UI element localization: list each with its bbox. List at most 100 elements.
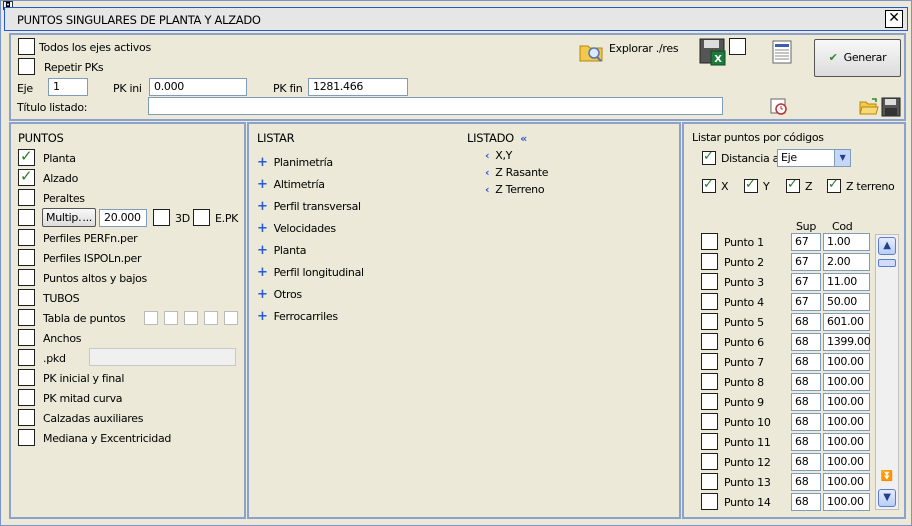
todos-ejes-checkbox[interactable] <box>18 38 35 55</box>
mediana-checkbox[interactable] <box>18 429 35 446</box>
sup-input[interactable]: 67 <box>791 253 821 271</box>
cod-input[interactable]: 100.00 <box>823 493 870 511</box>
tabla-option-checkbox[interactable] <box>164 311 178 325</box>
tabla-option-checkbox[interactable] <box>224 311 238 325</box>
pk-mitad-curva-checkbox[interactable] <box>18 389 35 406</box>
punto-checkbox[interactable] <box>701 413 718 430</box>
scroll-up-icon[interactable]: ▲ <box>878 237 896 255</box>
tabla-option-checkbox[interactable] <box>184 311 198 325</box>
sup-input[interactable]: 68 <box>791 333 821 351</box>
titulo-input[interactable] <box>148 97 723 115</box>
excel-checkbox[interactable] <box>729 38 746 55</box>
sup-input[interactable]: 67 <box>791 293 821 311</box>
listado-item-xy[interactable]: ‹ X,Y <box>485 149 512 162</box>
sup-input[interactable]: 68 <box>791 373 821 391</box>
cod-input[interactable]: 1.00 <box>823 233 870 251</box>
cod-input[interactable]: 100.00 <box>823 373 870 391</box>
listar-item-velocidades[interactable]: + Velocidades <box>257 221 336 236</box>
sup-input[interactable]: 67 <box>791 233 821 251</box>
scroll-thumb[interactable] <box>878 259 896 267</box>
punto-checkbox[interactable] <box>701 253 718 270</box>
pk-fin-input[interactable]: 1281.466 <box>308 78 408 96</box>
punto-checkbox[interactable] <box>701 333 718 350</box>
cod-input[interactable]: 601.00 <box>823 313 870 331</box>
tubos-checkbox[interactable] <box>18 289 35 306</box>
sup-input[interactable]: 68 <box>791 433 821 451</box>
punto-checkbox[interactable] <box>701 473 718 490</box>
cod-input[interactable]: 100.00 <box>823 473 870 491</box>
listar-item-planta[interactable]: + Planta <box>257 243 307 258</box>
cod-input[interactable]: 11.00 <box>823 273 870 291</box>
multip-input[interactable]: 20.000 <box>99 209 147 227</box>
listar-item-ferrocarriles[interactable]: + Ferrocarriles <box>257 309 338 324</box>
sup-input[interactable]: 68 <box>791 493 821 511</box>
listar-item-altimetria[interactable]: + Altimetría <box>257 177 325 192</box>
cod-input[interactable]: 100.00 <box>823 453 870 471</box>
cod-input[interactable]: 100.00 <box>823 413 870 431</box>
calzadas-auxiliares-checkbox[interactable] <box>18 409 35 426</box>
folder-search-icon[interactable] <box>579 40 605 67</box>
scroll-down-icon[interactable]: ▼ <box>878 489 896 507</box>
sup-input[interactable]: 68 <box>791 413 821 431</box>
distancia-select[interactable]: Eje ▼ <box>777 149 851 167</box>
planta-checkbox[interactable] <box>18 147 35 166</box>
pk-ini-input[interactable]: 0.000 <box>149 78 247 96</box>
axis-z-checkbox[interactable] <box>786 177 800 193</box>
axis-z-terreno-checkbox[interactable] <box>827 177 841 193</box>
save-excel-icon[interactable]: X <box>699 38 727 69</box>
double-chevron-down-icon[interactable]: ⏬ <box>878 469 896 487</box>
punto-checkbox[interactable] <box>701 433 718 450</box>
punto-checkbox[interactable] <box>701 373 718 390</box>
axis-y-checkbox[interactable] <box>744 177 758 193</box>
sup-input[interactable]: 67 <box>791 273 821 291</box>
eje-input[interactable]: 1 <box>48 78 88 96</box>
cod-input[interactable]: 100.00 <box>823 393 870 411</box>
pk-inicial-final-checkbox[interactable] <box>18 369 35 386</box>
sup-input[interactable]: 68 <box>791 473 821 491</box>
epk-checkbox[interactable] <box>193 209 210 226</box>
report-clock-icon[interactable] <box>769 97 789 120</box>
listado-item-z-rasante[interactable]: ‹ Z Rasante <box>485 166 549 179</box>
tabla-puntos-checkbox[interactable] <box>18 309 35 326</box>
distancia-checkbox[interactable] <box>702 149 716 165</box>
pkd-input[interactable] <box>89 348 236 366</box>
puntos-altos-checkbox[interactable] <box>18 269 35 286</box>
punto-checkbox[interactable] <box>701 393 718 410</box>
open-folder-icon[interactable] <box>859 97 879 120</box>
codes-scrollbar[interactable]: ▲ ⏬ ▼ <box>875 234 899 510</box>
punto-checkbox[interactable] <box>701 453 718 470</box>
repetir-pks-checkbox[interactable] <box>18 58 35 75</box>
tabla-option-checkbox[interactable] <box>144 311 158 325</box>
punto-checkbox[interactable] <box>701 293 718 310</box>
listar-item-perfil-longitudinal[interactable]: + Perfil longitudinal <box>257 265 364 280</box>
sup-input[interactable]: 68 <box>791 313 821 331</box>
cod-input[interactable]: 100.00 <box>823 353 870 371</box>
punto-checkbox[interactable] <box>701 493 718 510</box>
punto-checkbox[interactable] <box>701 233 718 250</box>
explorar-label[interactable]: Explorar ./res <box>609 42 679 55</box>
alzado-checkbox[interactable] <box>18 167 35 186</box>
sup-input[interactable]: 68 <box>791 453 821 471</box>
punto-checkbox[interactable] <box>701 313 718 330</box>
cod-input[interactable]: 50.00 <box>823 293 870 311</box>
listar-item-otros[interactable]: + Otros <box>257 287 302 302</box>
list-document-icon[interactable] <box>771 40 793 67</box>
cod-input[interactable]: 1399.00 <box>823 333 871 351</box>
axis-x-checkbox[interactable] <box>702 177 716 193</box>
peraltes-checkbox[interactable] <box>18 189 35 206</box>
generar-button[interactable]: ✔ Generar <box>814 39 901 77</box>
3d-checkbox[interactable] <box>153 209 170 226</box>
listar-item-planimetria[interactable]: + Planimetría <box>257 155 333 170</box>
cod-input[interactable]: 100.00 <box>823 433 870 451</box>
save-disk-icon[interactable] <box>881 97 901 120</box>
sup-input[interactable]: 68 <box>791 393 821 411</box>
listado-header[interactable]: LISTADO « <box>467 131 527 145</box>
punto-checkbox[interactable] <box>701 353 718 370</box>
multip-checkbox[interactable] <box>18 209 35 226</box>
multip-button[interactable]: Multip. ... <box>42 208 96 227</box>
cod-input[interactable]: 2.00 <box>823 253 870 271</box>
perfiles-perf-checkbox[interactable] <box>18 229 35 246</box>
listado-item-z-terreno[interactable]: ‹ Z Terreno <box>485 183 545 196</box>
close-button[interactable]: ✕ <box>885 10 903 28</box>
tabla-option-checkbox[interactable] <box>204 311 218 325</box>
